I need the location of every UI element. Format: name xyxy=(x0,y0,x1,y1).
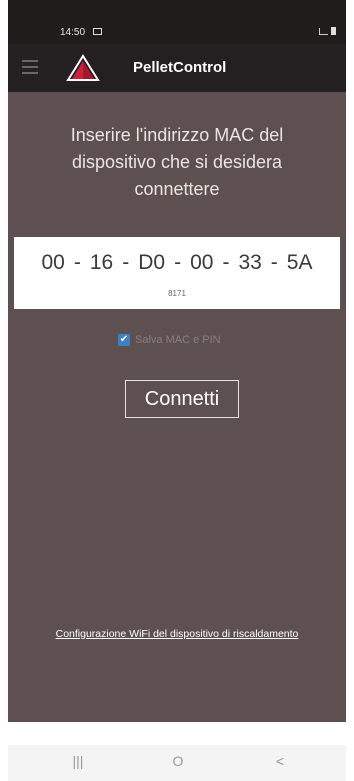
save-mac-label: Salva MAC e PIN xyxy=(135,334,221,346)
back-button[interactable]: < xyxy=(265,753,295,769)
mac-separator: - xyxy=(122,251,130,274)
phone-screen: 14:50 PelletControl Inserire l'indirizzo… xyxy=(0,0,354,781)
status-icons xyxy=(319,27,336,35)
mac-segment-3[interactable]: D0 xyxy=(136,251,167,275)
instructions-text: Inserire l'indirizzo MAC del dispositivo… xyxy=(70,125,284,199)
mac-separator: - xyxy=(270,251,278,274)
signal-icon xyxy=(319,27,328,35)
mac-segment-6[interactable]: 5A xyxy=(285,251,315,275)
mac-separator: - xyxy=(222,251,230,274)
checkbox-checked-icon[interactable]: ✔ xyxy=(118,334,130,346)
mac-segment-5[interactable]: 33 xyxy=(236,251,263,275)
mac-separator: - xyxy=(73,251,81,274)
mac-address-fields: 00 - 16 - D0 - 00 - 33 - 5A xyxy=(14,251,340,275)
gallery-notification-icon xyxy=(93,28,102,35)
recent-apps-button[interactable]: ||| xyxy=(63,753,93,769)
mac-address-input[interactable]: 00 - 16 - D0 - 00 - 33 - 5A 8171 xyxy=(14,237,340,309)
pelletcontrol-logo-icon xyxy=(66,54,100,81)
mac-segment-1[interactable]: 00 xyxy=(40,251,67,275)
wifi-config-link[interactable]: Configurazione WiFi del dispositivo di r… xyxy=(0,628,354,640)
status-bar: 14:50 xyxy=(8,0,346,44)
home-button[interactable]: O xyxy=(163,753,193,769)
mac-segment-4[interactable]: 00 xyxy=(188,251,215,275)
battery-icon xyxy=(331,27,336,35)
save-mac-checkbox[interactable]: ✔ Salva MAC e PIN xyxy=(118,334,221,346)
app-toolbar: PelletControl xyxy=(8,44,346,92)
status-time: 14:50 xyxy=(60,27,86,38)
pin-field[interactable]: 8171 xyxy=(14,289,340,298)
hamburger-menu-icon[interactable] xyxy=(22,60,38,74)
mac-separator: - xyxy=(174,251,182,274)
app-title: PelletControl xyxy=(133,59,227,76)
mac-segment-2[interactable]: 16 xyxy=(88,251,115,275)
system-nav-bar: ||| O < xyxy=(8,745,346,781)
connect-button[interactable]: Connetti xyxy=(125,380,239,418)
